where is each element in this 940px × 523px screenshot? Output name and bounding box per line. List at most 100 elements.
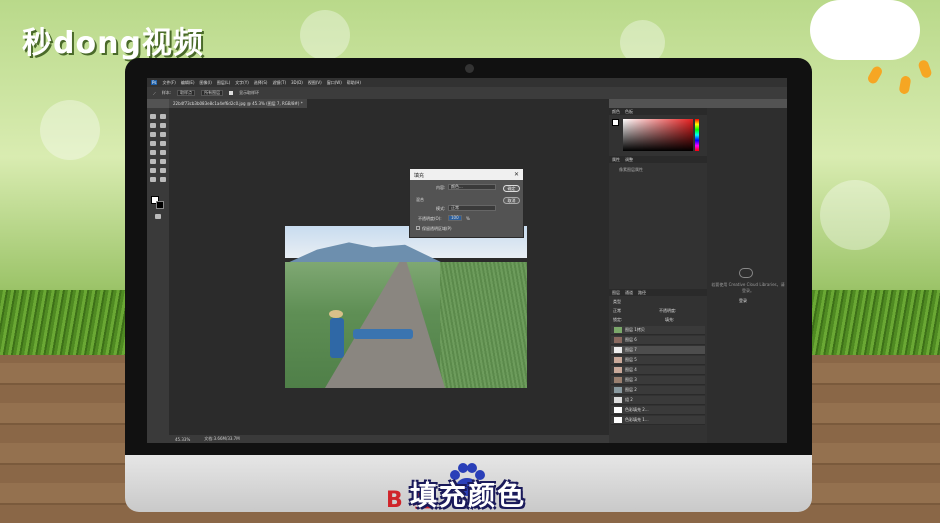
options-bar: ⟋ 样本: 取样点 所有图层 显示取样环	[147, 87, 787, 99]
menu-item-file[interactable]: 文件(F)	[162, 80, 175, 86]
menu-item-edit[interactable]: 编辑(E)	[181, 80, 195, 86]
dodge-tool-icon[interactable]	[150, 159, 156, 164]
layer-name: 图层 2	[625, 387, 637, 392]
caption-text: 填充颜色	[410, 481, 526, 512]
sun-ray	[917, 58, 933, 80]
fg-color-chip[interactable]	[612, 119, 619, 126]
document-tabs: 22b4f73cb3b083e8c1a4ef6d2c0.jpg @ 45.3% …	[169, 99, 609, 108]
crop-tool-icon[interactable]	[150, 132, 156, 137]
menu-item-window[interactable]: 窗口(W)	[327, 80, 342, 86]
sample-select[interactable]: 取样点	[177, 90, 196, 96]
layer-name: 组 2	[625, 397, 633, 402]
doc-size-readout: 文档:3.66M/33.7M	[204, 436, 240, 441]
tab-layers[interactable]: 图层	[612, 290, 620, 296]
lasso-tool-icon[interactable]	[150, 123, 156, 128]
opacity-label: 不透明度(O):	[418, 216, 442, 221]
eyedropper-tool-icon[interactable]	[160, 132, 166, 137]
close-icon[interactable]: ✕	[514, 171, 519, 178]
document-photo	[285, 226, 527, 388]
layers-select[interactable]: 所有图层	[201, 90, 224, 96]
content-label: 内容:	[436, 185, 446, 190]
show-ring-checkbox[interactable]	[229, 91, 234, 95]
layer-row[interactable]: 图层 1拷贝	[611, 326, 705, 335]
tab-adjustments[interactable]: 调整	[625, 157, 633, 163]
bucket-tool-icon[interactable]	[160, 150, 166, 155]
layer-thumbnail	[614, 387, 622, 393]
stamp-tool-icon[interactable]	[160, 141, 166, 146]
layers-panel-tabs: 图层 通道 路径	[609, 289, 707, 296]
layer-kind-filter[interactable]: 类型	[613, 299, 621, 305]
layer-row[interactable]: 图层 5	[611, 356, 705, 365]
menu-item-view[interactable]: 视图(V)	[308, 80, 322, 86]
layer-row[interactable]: 图层 7	[611, 346, 705, 355]
tab-paths[interactable]: 路径	[638, 290, 646, 296]
layer-row[interactable]: 色彩填充 1...	[611, 416, 705, 425]
layer-opacity-label: 不透明度:	[659, 308, 677, 313]
menu-item-layer[interactable]: 图层(L)	[217, 80, 230, 86]
layer-name: 色彩填充 1...	[625, 417, 649, 422]
photo-person-lying	[353, 329, 413, 339]
layer-row[interactable]: 图层 4	[611, 366, 705, 375]
sample-label: 样本:	[161, 90, 172, 95]
layer-name: 图层 4	[625, 367, 637, 372]
dialog-title: 填充	[410, 169, 523, 180]
ok-button[interactable]: 确定	[503, 185, 520, 192]
blending-label: 混合	[416, 197, 424, 202]
bokeh-light	[820, 180, 890, 250]
tab-channels[interactable]: 通道	[625, 290, 633, 296]
menu-item-type[interactable]: 文字(Y)	[235, 80, 249, 86]
mode-select[interactable]: 正常	[448, 205, 496, 211]
libraries-signin-link[interactable]: 登录	[739, 298, 747, 304]
layer-name: 图层 5	[625, 357, 637, 362]
opacity-input[interactable]: 100	[448, 215, 462, 221]
layer-row[interactable]: 图层 3	[611, 376, 705, 385]
right-panels: 颜色 色板 属性 调整 像素图层属性 图层 通道 路径 类型 正常 不透明度: …	[609, 108, 707, 443]
wand-tool-icon[interactable]	[160, 123, 166, 128]
status-bar: 45.33% 文档:3.66M/33.7M	[169, 435, 609, 443]
tab-swatches[interactable]: 色板	[625, 109, 633, 115]
pen-tool-icon[interactable]	[160, 159, 166, 164]
properties-subtitle: 像素图层属性	[619, 167, 643, 172]
background-color-swatch[interactable]	[156, 201, 164, 209]
path-tool-icon[interactable]	[160, 168, 166, 173]
canvas-area[interactable]	[169, 108, 609, 435]
menu-item-help[interactable]: 帮助(H)	[347, 80, 361, 86]
cloud-libraries-icon	[739, 268, 753, 278]
marquee-tool-icon[interactable]	[160, 114, 166, 119]
preserve-transparency-checkbox[interactable]	[416, 226, 420, 230]
photo-grass-right	[440, 262, 527, 388]
type-tool-icon[interactable]	[150, 168, 156, 173]
layer-thumbnail	[614, 397, 622, 403]
layer-row[interactable]: 图层 6	[611, 336, 705, 345]
tab-color[interactable]: 颜色	[612, 109, 620, 115]
menu-item-select[interactable]: 选择(S)	[254, 80, 268, 86]
brand-watermark: 秒dong视频	[22, 26, 204, 61]
color-panel-tabs: 颜色 色板	[609, 108, 707, 115]
menu-item-filter[interactable]: 滤镜(T)	[272, 80, 286, 86]
layer-row[interactable]: 色彩填充 2...	[611, 406, 705, 415]
eraser-tool-icon[interactable]	[150, 150, 156, 155]
color-picker-field[interactable]	[623, 119, 693, 151]
menu-item-image[interactable]: 图像(I)	[200, 80, 212, 86]
show-ring-label: 显示取样环	[239, 90, 260, 95]
layer-row[interactable]: 图层 2	[611, 386, 705, 395]
quick-mask-icon[interactable]	[155, 214, 161, 219]
blend-mode-select[interactable]: 正常	[613, 308, 621, 314]
menu-item-3d[interactable]: 3D(D)	[291, 80, 303, 85]
hue-slider[interactable]	[695, 119, 699, 151]
content-select[interactable]: 颜色...	[448, 184, 496, 190]
brush-tool-icon[interactable]	[150, 141, 156, 146]
layer-name: 图层 3	[625, 377, 637, 382]
hand-tool-icon[interactable]	[150, 177, 156, 182]
menu-bar: Ps 文件(F) 编辑(E) 图像(I) 图层(L) 文字(Y) 选择(S) 滤…	[147, 78, 787, 87]
cancel-button[interactable]: 取消	[503, 197, 520, 204]
ps-logo-icon: Ps	[151, 80, 158, 85]
zoom-tool-icon[interactable]	[160, 177, 166, 182]
layer-thumbnail	[614, 347, 622, 353]
preserve-transparency-label: 保留透明区域(P)	[422, 226, 452, 231]
move-tool-icon[interactable]	[150, 114, 156, 119]
tab-properties[interactable]: 属性	[612, 157, 620, 163]
layer-row[interactable]: 组 2	[611, 396, 705, 405]
document-tab[interactable]: 22b4f73cb3b083e8c1a4ef6d2c0.jpg @ 45.3% …	[169, 99, 307, 108]
layer-name: 图层 1拷贝	[625, 327, 645, 332]
